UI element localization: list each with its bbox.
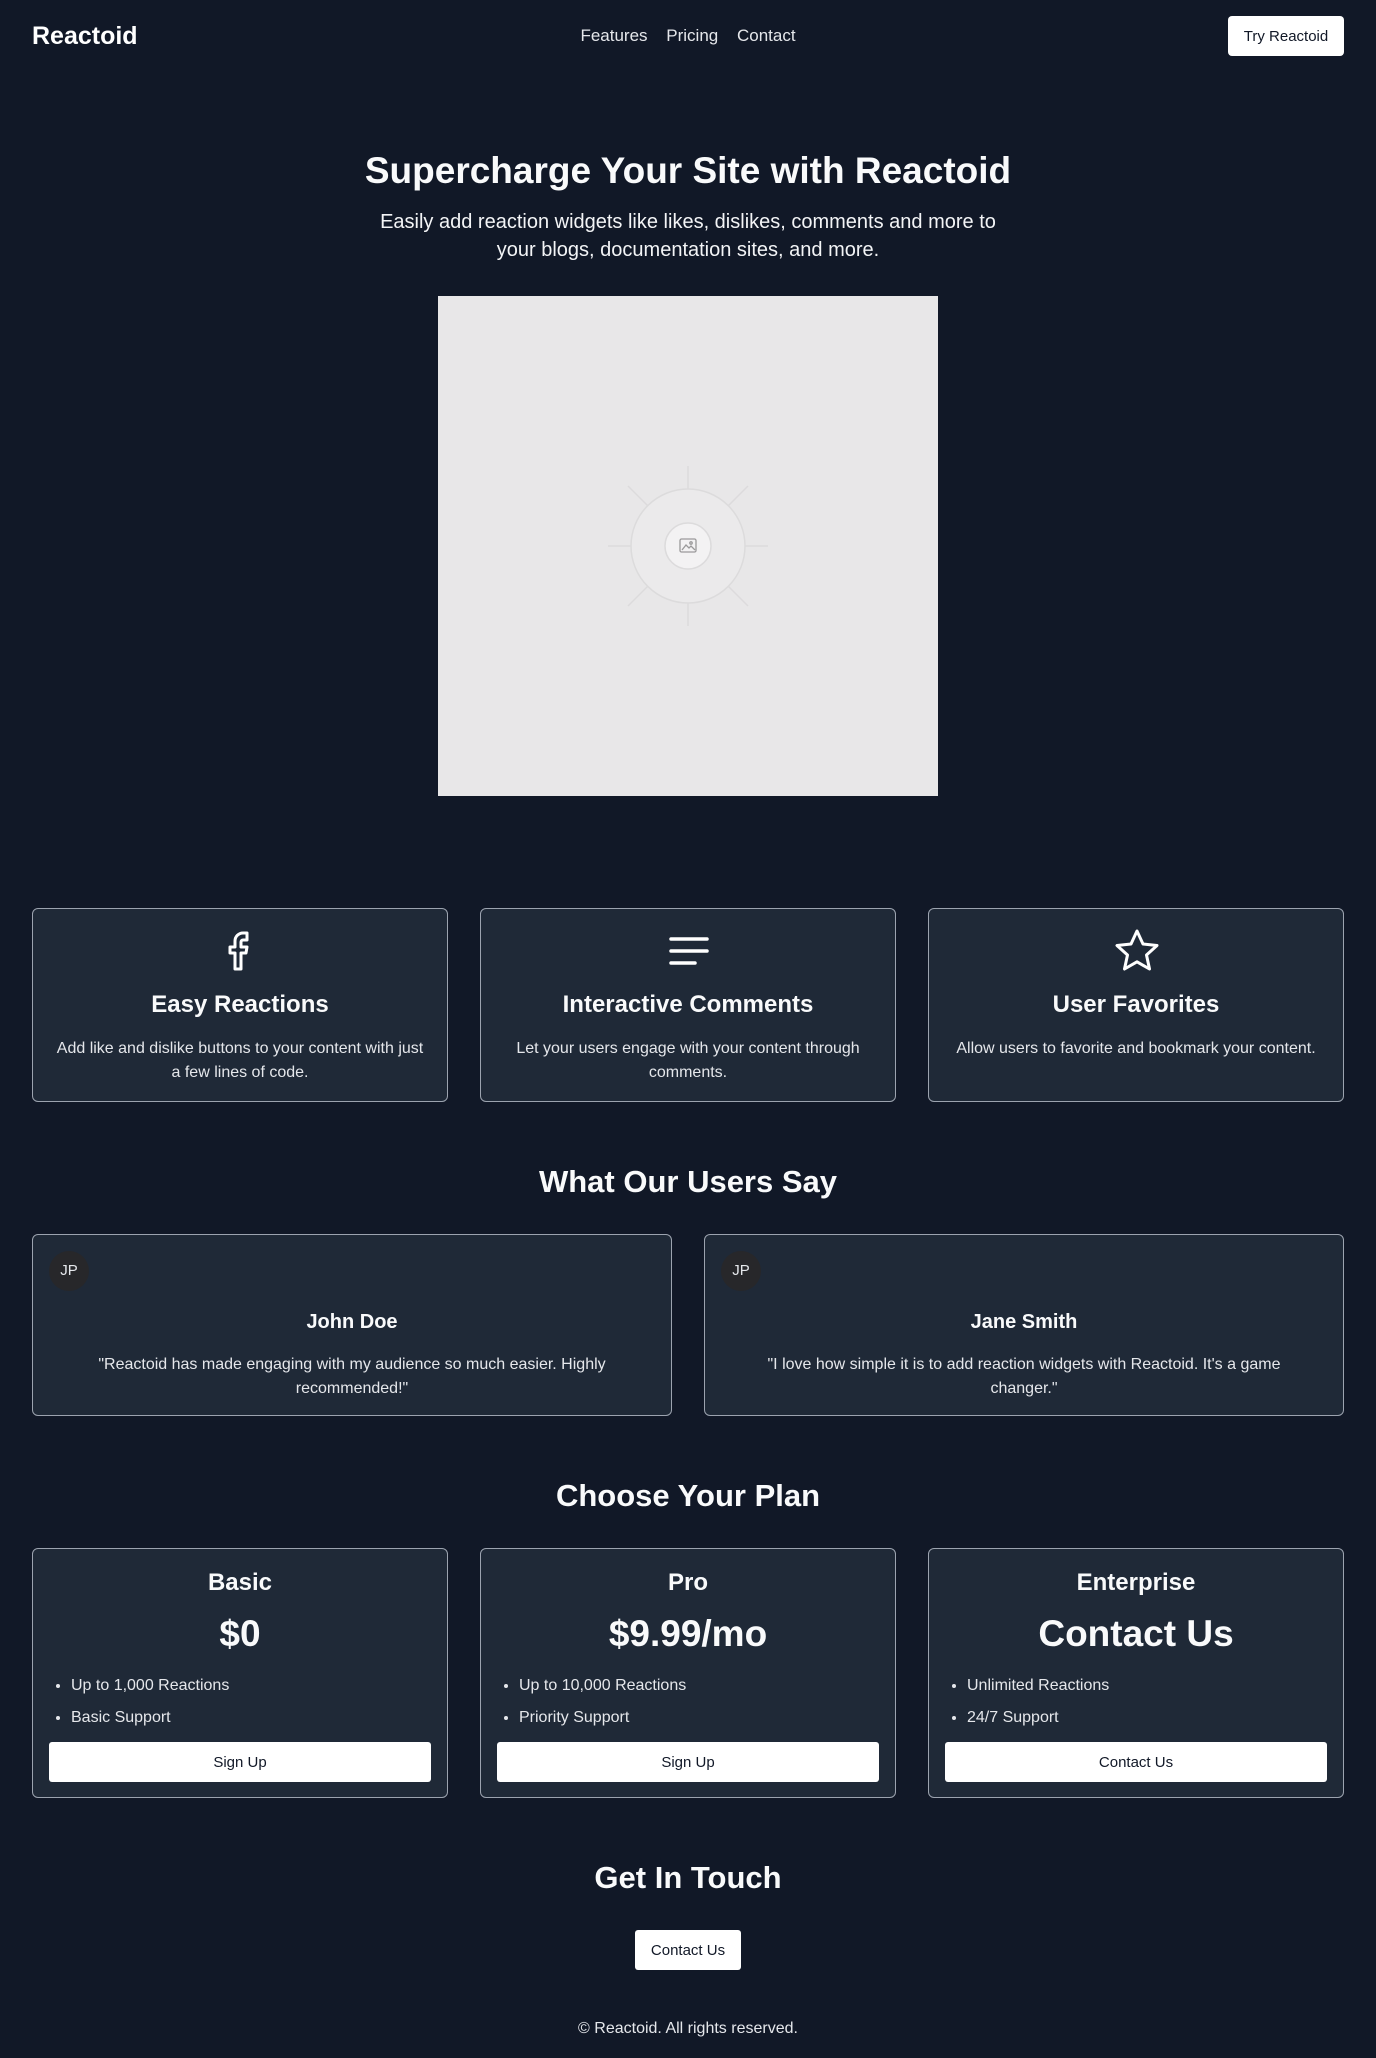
plan-feature-item: Up to 1,000 Reactions — [71, 1670, 229, 1702]
feature-text: Let your users engage with your content … — [516, 1040, 860, 1081]
feature-card-easy-reactions: Easy Reactions Add like and dislike butt… — [32, 908, 448, 1102]
contact-us-plan-button[interactable]: Contact Us — [945, 1742, 1327, 1782]
hero-image — [438, 296, 938, 796]
contact-title: Get In Touch — [594, 1860, 782, 1895]
feature-text: Allow users to favorite and bookmark you… — [956, 1040, 1316, 1057]
avatar: JP — [721, 1251, 761, 1291]
testimonial-card: JP Jane Smith "I love how simple it is t… — [704, 1234, 1344, 1416]
plan-feature-item: Unlimited Reactions — [967, 1670, 1109, 1702]
landing-page: Reactoid Features Pricing Contact Try Re… — [0, 0, 1376, 2058]
avatar: JP — [49, 1251, 89, 1291]
main-nav: Features Pricing Contact — [0, 26, 1376, 46]
facebook-icon — [228, 931, 249, 971]
plan-name: Basic — [207, 1569, 273, 1596]
testimonial-quote: "I love how simple it is to add reaction… — [767, 1356, 1281, 1397]
feature-card-user-favorites: User Favorites Allow users to favorite a… — [928, 908, 1344, 1102]
plan-price: $0 — [219, 1613, 261, 1654]
plan-card-enterprise: Enterprise Contact Us Unlimited Reaction… — [928, 1548, 1344, 1798]
plan-feature-item: Priority Support — [519, 1702, 686, 1734]
site-header: Reactoid Features Pricing Contact Try Re… — [0, 0, 1376, 72]
plan-card-pro: Pro $9.99/mo Up to 10,000 Reactions Prio… — [480, 1548, 896, 1798]
try-reactoid-button[interactable]: Try Reactoid — [1228, 16, 1344, 56]
plan-name: Pro — [667, 1569, 708, 1596]
feature-card-interactive-comments: Interactive Comments Let your users enga… — [480, 908, 896, 1102]
plan-feature-item: 24/7 Support — [967, 1702, 1109, 1734]
nav-link-pricing[interactable]: Pricing — [666, 26, 718, 45]
testimonial-card: JP John Doe "Reactoid has made engaging … — [32, 1234, 672, 1416]
plan-price: Contact Us — [1038, 1613, 1234, 1654]
plan-name: Enterprise — [1076, 1569, 1196, 1596]
plan-feature-item: Basic Support — [71, 1702, 229, 1734]
feature-title: Easy Reactions — [151, 991, 329, 1018]
feature-text: Add like and dislike buttons to your con… — [56, 1040, 424, 1081]
hero-subtitle: Easily add reaction widgets like likes, … — [380, 211, 996, 261]
pricing-title: Choose Your Plan — [555, 1478, 821, 1513]
testimonial-quote: "Reactoid has made engaging with my audi… — [98, 1356, 606, 1397]
hero-title: Supercharge Your Site with Reactoid — [364, 150, 1012, 191]
image-placeholder-icon — [608, 466, 768, 626]
sign-up-button[interactable]: Sign Up — [497, 1742, 879, 1782]
footer-copyright: © Reactoid. All rights reserved. — [578, 2020, 798, 2037]
plan-card-basic: Basic $0 Up to 1,000 Reactions Basic Sup… — [32, 1548, 448, 1798]
star-icon — [1115, 929, 1159, 971]
plan-features: Up to 10,000 Reactions Priority Support — [519, 1670, 686, 1734]
text-lines-icon — [669, 937, 709, 965]
nav-link-features[interactable]: Features — [580, 26, 647, 45]
feature-title: User Favorites — [1052, 991, 1220, 1018]
sign-up-button[interactable]: Sign Up — [49, 1742, 431, 1782]
plan-feature-item: Up to 10,000 Reactions — [519, 1670, 686, 1702]
testimonial-name: John Doe — [306, 1311, 398, 1333]
testimonials-title: What Our Users Say — [538, 1164, 838, 1199]
contact-us-button[interactable]: Contact Us — [635, 1930, 741, 1970]
plan-price: $9.99/mo — [608, 1613, 768, 1654]
plan-features: Up to 1,000 Reactions Basic Support — [71, 1670, 229, 1734]
nav-link-contact[interactable]: Contact — [737, 26, 796, 45]
plan-features: Unlimited Reactions 24/7 Support — [967, 1670, 1109, 1734]
testimonial-name: Jane Smith — [970, 1311, 1078, 1333]
feature-title: Interactive Comments — [562, 991, 814, 1018]
